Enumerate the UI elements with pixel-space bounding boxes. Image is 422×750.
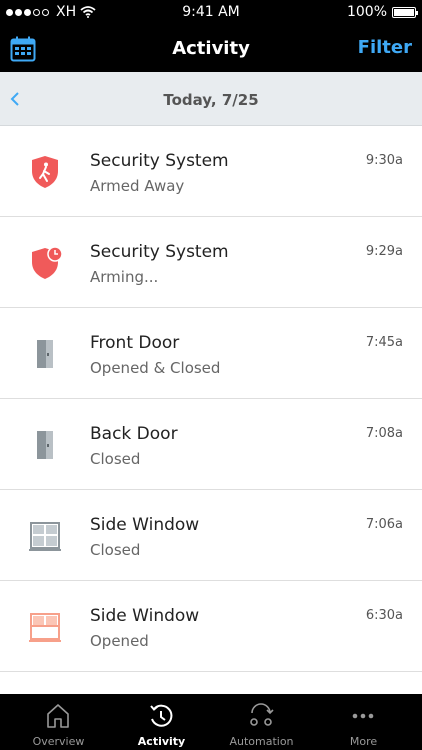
event-title: Security System (90, 151, 229, 171)
list-item[interactable]: Side Window Opened 6:30a (0, 581, 422, 672)
tab-more[interactable]: More (311, 694, 416, 750)
door-icon (37, 340, 53, 368)
event-status: Closed (90, 450, 141, 468)
event-title: Front Door (90, 333, 180, 353)
activity-clock-icon (150, 704, 173, 727)
tab-bar: Overview Activity Automation More (0, 694, 422, 750)
tab-label: More (349, 735, 378, 748)
tab-label: Automation (229, 735, 294, 748)
list-item[interactable]: Front Door Opened & Closed 7:45a (0, 308, 422, 399)
tab-label: Overview (32, 735, 85, 748)
battery-percent: 100% (346, 4, 387, 20)
event-status: Opened & Closed (90, 359, 221, 377)
list-item[interactable]: Security System Arming... 9:29a (0, 217, 422, 308)
event-time: 7:45a (365, 335, 403, 350)
window-closed-icon (29, 522, 61, 551)
battery-icon (392, 6, 418, 18)
tab-automation[interactable]: Automation (209, 694, 314, 750)
list-item[interactable]: Back Door Closed 7:08a (0, 399, 422, 490)
nav-bar: Activity Filter (0, 24, 422, 72)
filter-button[interactable]: Filter (358, 37, 412, 58)
event-title: Back Door (90, 424, 178, 444)
list-item[interactable]: Security System Armed Away 9:30a (0, 126, 422, 217)
tab-label: Activity (137, 735, 186, 748)
event-status: Closed (90, 541, 141, 559)
event-title: Security System (90, 242, 229, 262)
activity-list: Security System Armed Away 9:30a Securit… (0, 126, 422, 672)
event-status: Armed Away (90, 177, 185, 195)
date-bar: Today, 7/25 (0, 72, 422, 126)
status-right: 100% (346, 4, 418, 20)
list-item[interactable]: Side Window Closed 7:06a (0, 490, 422, 581)
shield-armed-away-icon (32, 156, 58, 188)
status-bar: XH 9:41 AM 100% (0, 0, 422, 24)
automation-icon (250, 703, 274, 726)
home-icon (47, 704, 69, 728)
event-title: Side Window (90, 606, 200, 626)
date-label: Today, 7/25 (163, 91, 259, 109)
event-status: Opened (90, 632, 149, 650)
event-time: 6:30a (365, 608, 403, 623)
event-time: 9:30a (365, 153, 403, 168)
event-title: Side Window (90, 515, 200, 535)
event-time: 9:29a (365, 244, 403, 259)
shield-arming-clock-icon (32, 246, 63, 279)
event-time: 7:08a (365, 426, 403, 441)
window-opened-icon (29, 613, 61, 642)
event-time: 7:06a (365, 517, 403, 532)
event-status: Arming... (90, 268, 159, 286)
tab-overview[interactable]: Overview (6, 694, 111, 750)
more-dots-icon (352, 713, 374, 719)
door-icon (37, 431, 53, 459)
tab-activity[interactable]: Activity (109, 694, 214, 750)
